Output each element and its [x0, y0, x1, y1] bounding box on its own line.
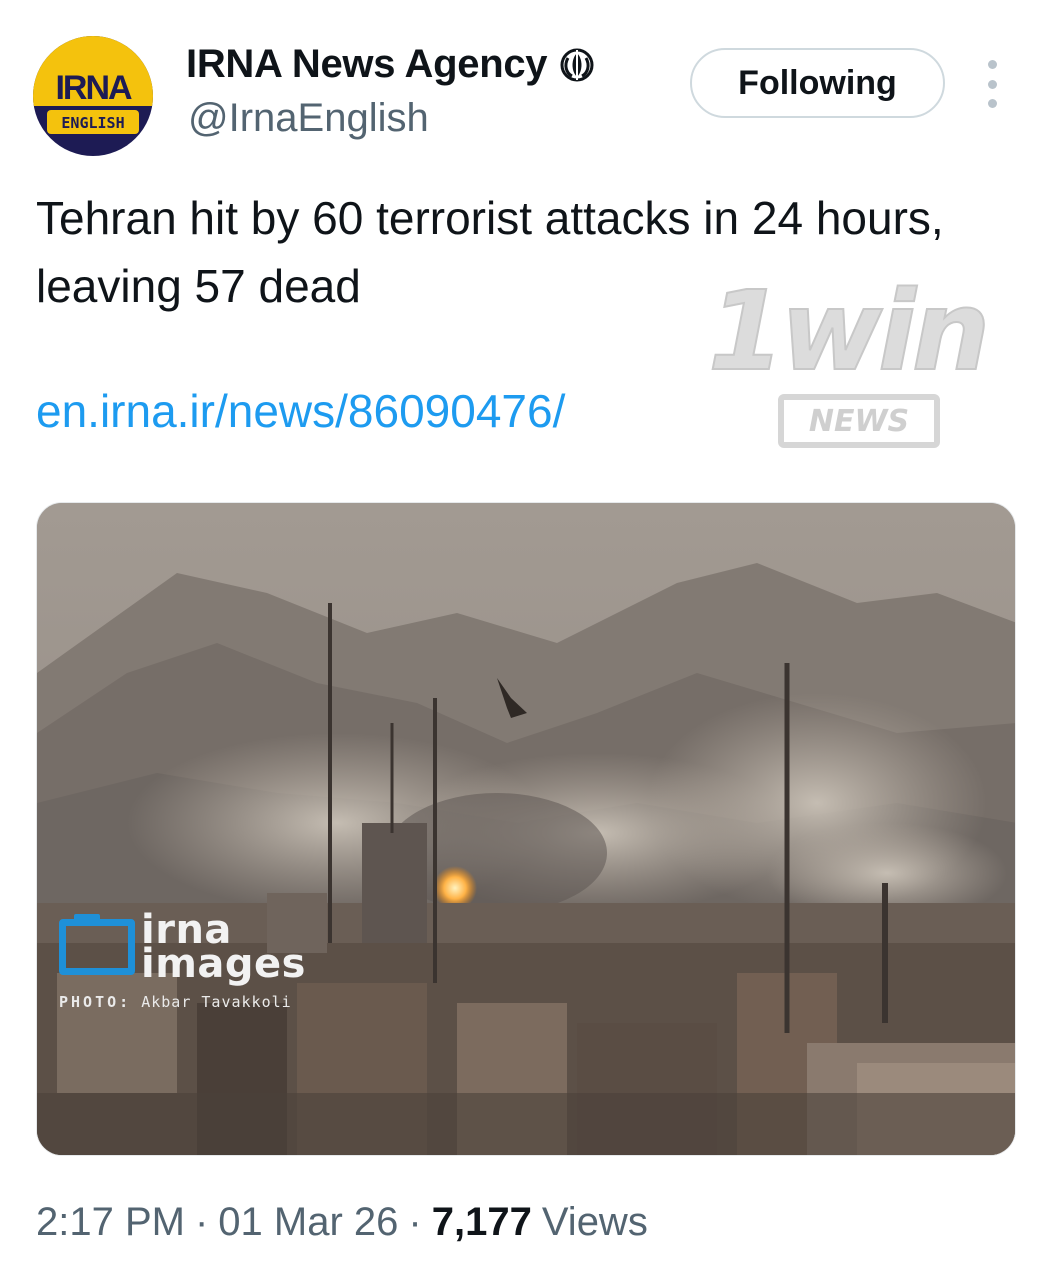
views-count: 7,177 — [431, 1200, 532, 1244]
watermark-brand: 1win — [707, 266, 991, 396]
photo-scene — [37, 503, 1015, 1155]
separator-dot: · — [408, 1200, 422, 1244]
tweet-card: IRNA ENGLISH IRNA News Agency @IrnaEngli… — [0, 0, 1050, 1280]
iran-emblem-icon — [559, 47, 595, 83]
tweet-time[interactable]: 2:17 PM — [36, 1200, 185, 1245]
credit-name: Akbar Tavakkoli — [141, 993, 292, 1011]
credit-label: PHOTO: — [59, 993, 132, 1011]
watermark-logo: 1win NEWS — [707, 266, 1008, 466]
display-name[interactable]: IRNA News Agency — [186, 42, 595, 87]
tweet-link[interactable]: en.irna.ir/news/86090476/ — [36, 384, 565, 438]
avatar-sub-text: ENGLISH — [61, 114, 124, 132]
overlay-brand-line2: images — [141, 941, 306, 987]
following-button[interactable]: Following — [690, 48, 945, 118]
separator-dot: · — [194, 1200, 209, 1244]
irna-images-logo: irna images — [59, 910, 306, 987]
display-name-text[interactable]: IRNA News Agency — [186, 42, 548, 87]
tweet-meta: 2:17 PM · 01 Mar 26 · 7,177 Views — [36, 1200, 648, 1245]
more-vertical-icon[interactable] — [976, 60, 1008, 108]
photo-credit: PHOTO: Akbar Tavakkoli — [59, 993, 292, 1011]
avatar-logo-text: IRNA — [55, 69, 132, 107]
account-handle[interactable]: @IrnaEnglish — [188, 96, 429, 141]
tweet-photo[interactable]: irna images PHOTO: Akbar Tavakkoli — [36, 502, 1016, 1156]
camera-icon — [59, 914, 135, 975]
avatar[interactable]: IRNA ENGLISH — [33, 36, 153, 156]
views-label: Views — [541, 1200, 648, 1244]
tweet-date[interactable]: 01 Mar 26 — [218, 1200, 398, 1245]
watermark-sub: NEWS — [778, 394, 940, 448]
